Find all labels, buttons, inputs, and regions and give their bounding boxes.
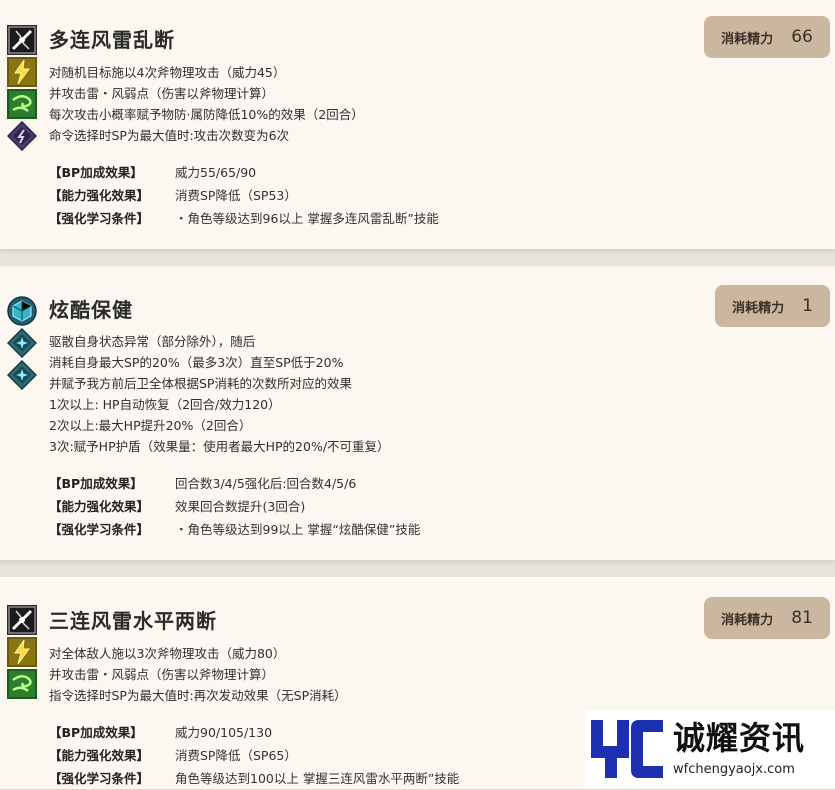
description-line: 对随机目标施以4次斧物理攻击（威力45） bbox=[49, 65, 286, 80]
attribute-key: 【能力强化效果】 bbox=[49, 188, 150, 203]
attribute-key: 【能力强化效果】 bbox=[49, 499, 150, 514]
attribute-row: 【能力强化效果】 效果回合数提升(3回合) bbox=[49, 495, 420, 518]
description-line: 3次:赋予HP护盾（效果量：使用者最大HP的20%/不可重复） bbox=[49, 439, 390, 454]
description-line: 消耗自身最大SP的20%（最多3次）直至SP低于20% bbox=[49, 355, 344, 370]
skill-icons bbox=[7, 25, 39, 153]
watermark-title: 诚耀资讯 bbox=[673, 719, 806, 757]
attribute-row: 【能力强化效果】 消费SP降低（SP53） bbox=[49, 184, 439, 207]
skill-icons bbox=[7, 296, 39, 392]
cost-value: 81 bbox=[791, 608, 813, 628]
skill-description: 对全体敌人施以3次斧物理攻击（威力80） 并攻击雷・风弱点（伤害以斧物理计算） … bbox=[49, 643, 347, 706]
skill-icons bbox=[7, 605, 39, 701]
wind-icon bbox=[7, 89, 37, 119]
watermark-url: wfchengyaojx.com bbox=[673, 762, 795, 777]
cost-badge: 消耗精力 81 bbox=[704, 597, 830, 639]
skill-attributes: 【BP加成效果】 威力90/105/130 【能力强化效果】 消费SP降低（SP… bbox=[49, 721, 459, 790]
slash-icon bbox=[7, 605, 37, 635]
attribute-value: 消费SP降低（SP65） bbox=[175, 748, 297, 763]
shield-cube-icon bbox=[7, 296, 37, 326]
light-diamond-icon bbox=[7, 360, 37, 390]
attribute-row: 【强化学习条件】 ・角色等级达到99以上 掌握“炫酷保健”技能 bbox=[49, 518, 420, 541]
attribute-key: 【强化学习条件】 bbox=[49, 211, 150, 226]
attribute-row: 【BP加成效果】 威力55/65/90 bbox=[49, 161, 439, 184]
cost-value: 1 bbox=[802, 296, 813, 316]
attribute-value: 威力55/65/90 bbox=[175, 165, 257, 180]
skill-attributes: 【BP加成效果】 回合数3/4/5强化后:回合数4/5/6 【能力强化效果】 效… bbox=[49, 472, 420, 541]
cost-badge: 消耗精力 1 bbox=[715, 285, 830, 327]
description-line: 并攻击雷・风弱点（伤害以斧物理计算） bbox=[49, 86, 275, 101]
lightning-icon bbox=[7, 57, 37, 87]
watermark: 诚耀资讯 wfchengyaojx.com bbox=[585, 710, 835, 789]
skill-attributes: 【BP加成效果】 威力55/65/90 【能力强化效果】 消费SP降低（SP53… bbox=[49, 161, 439, 230]
description-line: 并攻击雷・风弱点（伤害以斧物理计算） bbox=[49, 667, 275, 682]
light-diamond-icon bbox=[7, 328, 37, 358]
attribute-key: 【能力强化效果】 bbox=[49, 748, 150, 763]
cost-label: 消耗精力 bbox=[721, 612, 774, 628]
cost-badge: 消耗精力 66 bbox=[704, 16, 830, 58]
skill-title: 多连风雷乱断 bbox=[49, 28, 175, 52]
lightning-icon bbox=[7, 637, 37, 667]
skill-description: 驱散自身状态异常（部分除外），随后 消耗自身最大SP的20%（最多3次）直至SP… bbox=[49, 331, 390, 457]
skill-title: 三连风雷水平两断 bbox=[49, 609, 217, 633]
dark-icon bbox=[7, 121, 37, 151]
attribute-value: 效果回合数提升(3回合) bbox=[175, 499, 306, 514]
wind-icon bbox=[7, 669, 37, 699]
description-line: 2次以上:最大HP提升20%（2回合） bbox=[49, 418, 252, 433]
description-line: 指令选择时SP为最大值时:再次发动效果（无SP消耗） bbox=[49, 688, 347, 703]
attribute-row: 【强化学习条件】 ・角色等级达到96以上 掌握多连风雷乱断”技能 bbox=[49, 207, 439, 230]
slash-icon bbox=[7, 25, 37, 55]
skill-card-2: 炫酷保健 消耗精力 1 驱散自身状态异常（部分除外），随后 消耗自身最大SP的2… bbox=[0, 266, 835, 561]
attribute-row: 【BP加成效果】 回合数3/4/5强化后:回合数4/5/6 bbox=[49, 472, 420, 495]
description-line: 对全体敌人施以3次斧物理攻击（威力80） bbox=[49, 646, 286, 661]
attribute-key: 【BP加成效果】 bbox=[49, 476, 143, 491]
attribute-key: 【强化学习条件】 bbox=[49, 771, 150, 786]
attribute-value: 角色等级达到100以上 掌握三连风雷水平两断”技能 bbox=[175, 771, 460, 786]
description-line: 每次攻击小概率赋予物防·属防降低10%的效果（2回合） bbox=[49, 107, 364, 122]
skill-description: 对随机目标施以4次斧物理攻击（威力45） 并攻击雷・风弱点（伤害以斧物理计算） … bbox=[49, 62, 364, 146]
cost-value: 66 bbox=[791, 27, 813, 47]
cost-label: 消耗精力 bbox=[732, 300, 785, 316]
attribute-value: 威力90/105/130 bbox=[175, 725, 273, 740]
attribute-row: 【能力强化效果】 消费SP降低（SP65） bbox=[49, 744, 459, 767]
description-line: 命令选择时SP为最大值时:攻击次数变为6次 bbox=[49, 128, 290, 143]
description-line: 1次以上: HP自动恢复（2回合/效力120） bbox=[49, 397, 281, 412]
description-line: 驱散自身状态异常（部分除外），随后 bbox=[49, 334, 256, 349]
attribute-value: 消费SP降低（SP53） bbox=[175, 188, 297, 203]
attribute-key: 【BP加成效果】 bbox=[49, 165, 143, 180]
skill-title: 炫酷保健 bbox=[49, 298, 133, 322]
description-line: 并赋予我方前后卫全体根据SP消耗的次数所对应的效果 bbox=[49, 376, 352, 391]
watermark-logo-icon bbox=[591, 720, 663, 778]
attribute-value: 回合数3/4/5强化后:回合数4/5/6 bbox=[175, 476, 357, 491]
attribute-key: 【强化学习条件】 bbox=[49, 522, 150, 537]
attribute-row: 【强化学习条件】 角色等级达到100以上 掌握三连风雷水平两断”技能 bbox=[49, 767, 459, 790]
attribute-row: 【BP加成效果】 威力90/105/130 bbox=[49, 721, 459, 744]
watermark-text: 诚耀资讯 wfchengyaojx.com bbox=[673, 720, 805, 777]
attribute-value: ・角色等级达到96以上 掌握多连风雷乱断”技能 bbox=[175, 211, 439, 226]
cost-label: 消耗精力 bbox=[721, 31, 774, 47]
attribute-value: ・角色等级达到99以上 掌握“炫酷保健”技能 bbox=[175, 522, 421, 537]
attribute-key: 【BP加成效果】 bbox=[49, 725, 143, 740]
skill-card-1: 多连风雷乱断 消耗精力 66 对随机目标施以4次斧物理攻击（威力45） 并攻击雷… bbox=[0, 0, 835, 250]
